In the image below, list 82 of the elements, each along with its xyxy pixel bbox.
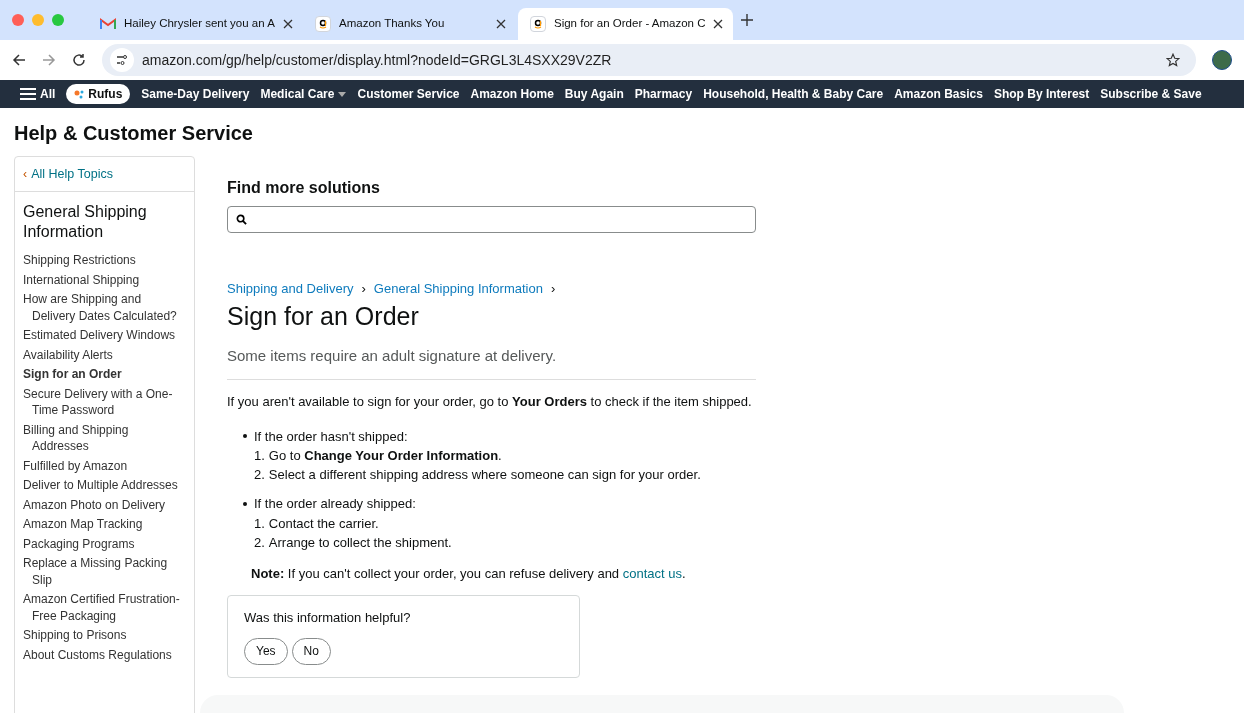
- note-text: Note: If you can't collect your order, you can refuse delivery and contact us.: [250, 564, 687, 583]
- nav-link[interactable]: Buy Again: [564, 85, 624, 103]
- step-text: Arrange to collect the shipment.: [268, 533, 452, 552]
- nav-link[interactable]: Amazon Basics: [894, 85, 983, 103]
- tab-title: Amazon Thanks You: [339, 16, 446, 32]
- contact-us-link[interactable]: contact us: [622, 565, 682, 581]
- nav-link[interactable]: Customer Service: [357, 85, 460, 103]
- breadcrumb-link[interactable]: Shipping and Delivery: [227, 279, 354, 299]
- close-icon[interactable]: [496, 19, 506, 29]
- mail-icon: [100, 18, 116, 30]
- step-text: Go to Change Your Order Information.: [268, 447, 502, 465]
- step-number: 1.: [254, 447, 265, 465]
- bullet-icon: [243, 501, 247, 506]
- caret-icon: [338, 91, 347, 97]
- chevron-icon: ‹: [23, 164, 28, 184]
- step-number: 2.: [254, 533, 265, 552]
- close-icon[interactable]: [713, 19, 724, 29]
- sidebar-link[interactable]: How are Shipping and Delivery Dates Calculated?: [23, 291, 186, 324]
- nav-link[interactable]: Pharmacy: [634, 85, 693, 103]
- nav-link[interactable]: Medical Care: [260, 85, 347, 103]
- step-number: 1.: [254, 514, 265, 533]
- rufus-button[interactable]: Rufus: [66, 84, 131, 104]
- nav-link[interactable]: Subscribe & Save: [1100, 85, 1202, 103]
- sidebar-link[interactable]: Shipping Restrictions: [23, 252, 186, 269]
- page-heading: Help & Customer Service: [14, 121, 254, 146]
- url-text: amazon.com/gp/help/customer/display.html?nodeId=GRGL3L4SXX29V2ZR: [142, 50, 613, 70]
- address-bar[interactable]: amazon.com/gp/help/customer/display.html?nodeId=GRGL3L4SXX29V2ZR: [102, 44, 1196, 76]
- sidebar-link[interactable]: Shipping to Prisons: [23, 627, 186, 644]
- sidebar-link[interactable]: Estimated Delivery Windows: [23, 327, 186, 344]
- sidebar-link[interactable]: Packaging Programs: [23, 535, 186, 552]
- amazon-logo-icon: [315, 16, 331, 32]
- sidebar-link[interactable]: Secure Delivery with a One-Time Password: [23, 385, 186, 419]
- browser-tab[interactable]: Sign for an Order - Amazon C: [518, 8, 733, 40]
- profile-avatar[interactable]: [1212, 50, 1232, 70]
- breadcrumb-separator: ›: [550, 280, 556, 298]
- sidebar-link[interactable]: Availability Alerts: [23, 346, 186, 363]
- close-icon[interactable]: [282, 19, 293, 29]
- site-settings-icon[interactable]: [110, 48, 134, 72]
- nav-link[interactable]: Same-Day Delivery: [141, 85, 250, 103]
- reload-icon[interactable]: [72, 53, 86, 67]
- breadcrumb-link[interactable]: General Shipping Information: [373, 279, 543, 299]
- search-icon: [236, 214, 247, 225]
- nav-link[interactable]: Shop By Interest: [993, 85, 1090, 103]
- breadcrumb-separator: ›: [361, 280, 366, 298]
- sidebar-link[interactable]: Amazon Map Tracking: [23, 516, 186, 533]
- tab-title: Hailey Chrysler sent you an A: [124, 16, 275, 32]
- article-title: Sign for an Order: [227, 300, 420, 331]
- all-help-topics-link[interactable]: All Help Topics: [31, 164, 113, 184]
- new-tab-icon[interactable]: [741, 14, 753, 26]
- sidebar-link[interactable]: Fulfilled by Amazon: [23, 457, 186, 474]
- step-number: 2.: [254, 466, 265, 484]
- sidebar-link[interactable]: Amazon Photo on Delivery: [23, 496, 186, 513]
- case-text: If the order already shipped:: [254, 495, 416, 513]
- feedback-question: Was this information helpful?: [244, 609, 412, 627]
- sidebar-link[interactable]: International Shipping: [23, 271, 186, 288]
- search-heading: Find more solutions: [227, 178, 381, 198]
- star-icon[interactable]: [1166, 53, 1180, 67]
- amazon-logo-icon: [530, 16, 546, 32]
- bullet-icon: [243, 434, 247, 439]
- browser-tab[interactable]: Hailey Chrysler sent you an A: [88, 8, 303, 40]
- sidebar-link[interactable]: Sign for an Order: [23, 366, 186, 383]
- nav-link[interactable]: Household, Health & Baby Care: [703, 85, 884, 103]
- back-icon[interactable]: [12, 53, 26, 67]
- step-text: Contact the carrier.: [268, 514, 379, 533]
- all-menu-button[interactable]: All: [20, 85, 56, 103]
- dots-icon: [74, 89, 85, 99]
- sidebar-link[interactable]: Deliver to Multiple Addresses: [23, 477, 186, 494]
- menu-icon: [20, 88, 36, 100]
- sidebar-heading: General Shipping Information: [22, 202, 148, 242]
- tab-title: Sign for an Order - Amazon C: [554, 16, 706, 32]
- sidebar-link[interactable]: Amazon Certified Frustration-Free Packaging: [23, 591, 186, 624]
- case-text: If the order hasn't shipped:: [254, 427, 408, 446]
- browser-tab[interactable]: Amazon Thanks You: [303, 8, 518, 40]
- article-summary: Some items require an adult signature at delivery.: [227, 344, 756, 380]
- search-field[interactable]: [227, 206, 756, 233]
- sidebar-link[interactable]: Replace a Missing Packing Slip: [23, 555, 186, 588]
- forward-icon[interactable]: [42, 53, 56, 67]
- sidebar-link[interactable]: About Customs Regulations: [23, 646, 186, 663]
- sidebar-link[interactable]: Billing and Shipping Addresses: [23, 421, 186, 455]
- intro-text: If you aren't available to sign for your order, go to Your Orders to check if the item shipped.: [227, 393, 753, 411]
- step-text: Select a different shipping address where someone can sign for your order.: [268, 466, 701, 484]
- nav-link[interactable]: Amazon Home: [470, 85, 554, 103]
